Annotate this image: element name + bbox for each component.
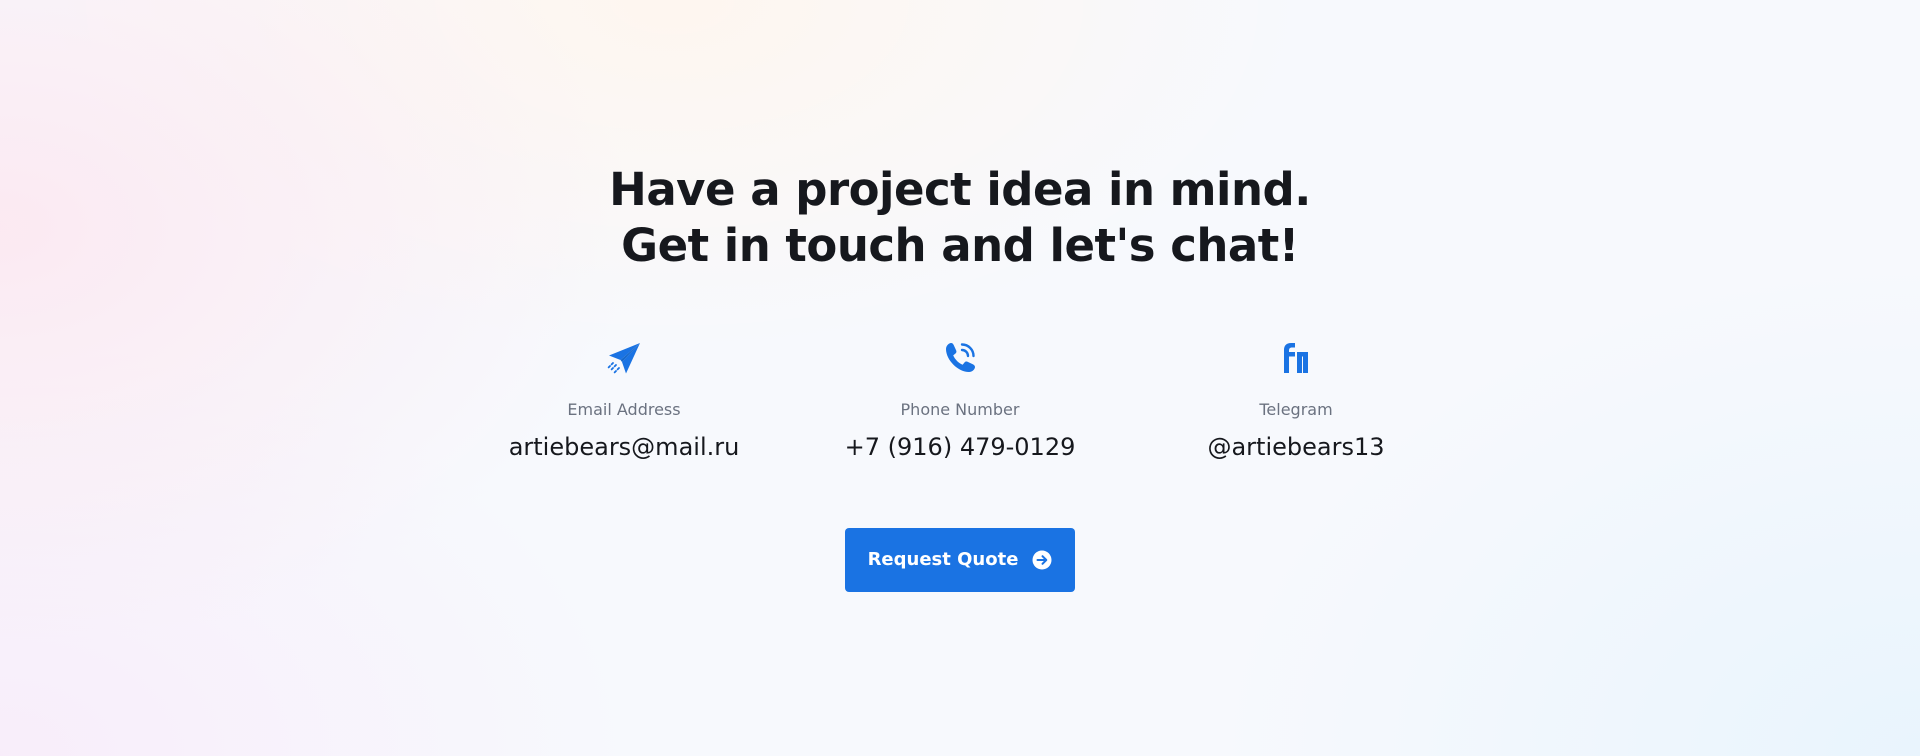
paper-plane-icon	[604, 338, 644, 378]
arrow-right-circle-icon	[1032, 550, 1052, 570]
phone-label: Phone Number	[900, 400, 1020, 419]
contact-telegram: Telegram @artiebears13	[1146, 338, 1446, 462]
telegram-value[interactable]: @artiebears13	[1146, 432, 1446, 462]
email-value[interactable]: artiebears@mail.ru	[474, 432, 774, 462]
email-label: Email Address	[567, 400, 681, 419]
fi-logo-icon	[1276, 338, 1316, 378]
request-quote-label: Request Quote	[867, 549, 1019, 570]
contact-phone: Phone Number +7 (916) 479-0129	[810, 338, 1110, 462]
phone-value[interactable]: +7 (916) 479-0129	[810, 432, 1110, 462]
phone-ringing-icon	[940, 338, 980, 378]
contact-email: Email Address artiebears@mail.ru	[474, 338, 774, 462]
headline-line-2: Get in touch and let's chat!	[621, 219, 1299, 272]
headline-line-1: Have a project idea in mind.	[609, 163, 1311, 216]
page-title: Have a project idea in mind. Get in touc…	[0, 162, 1920, 274]
telegram-label: Telegram	[1259, 400, 1333, 419]
contact-section: Have a project idea in mind. Get in touc…	[0, 0, 1920, 756]
request-quote-button[interactable]: Request Quote	[845, 528, 1075, 592]
